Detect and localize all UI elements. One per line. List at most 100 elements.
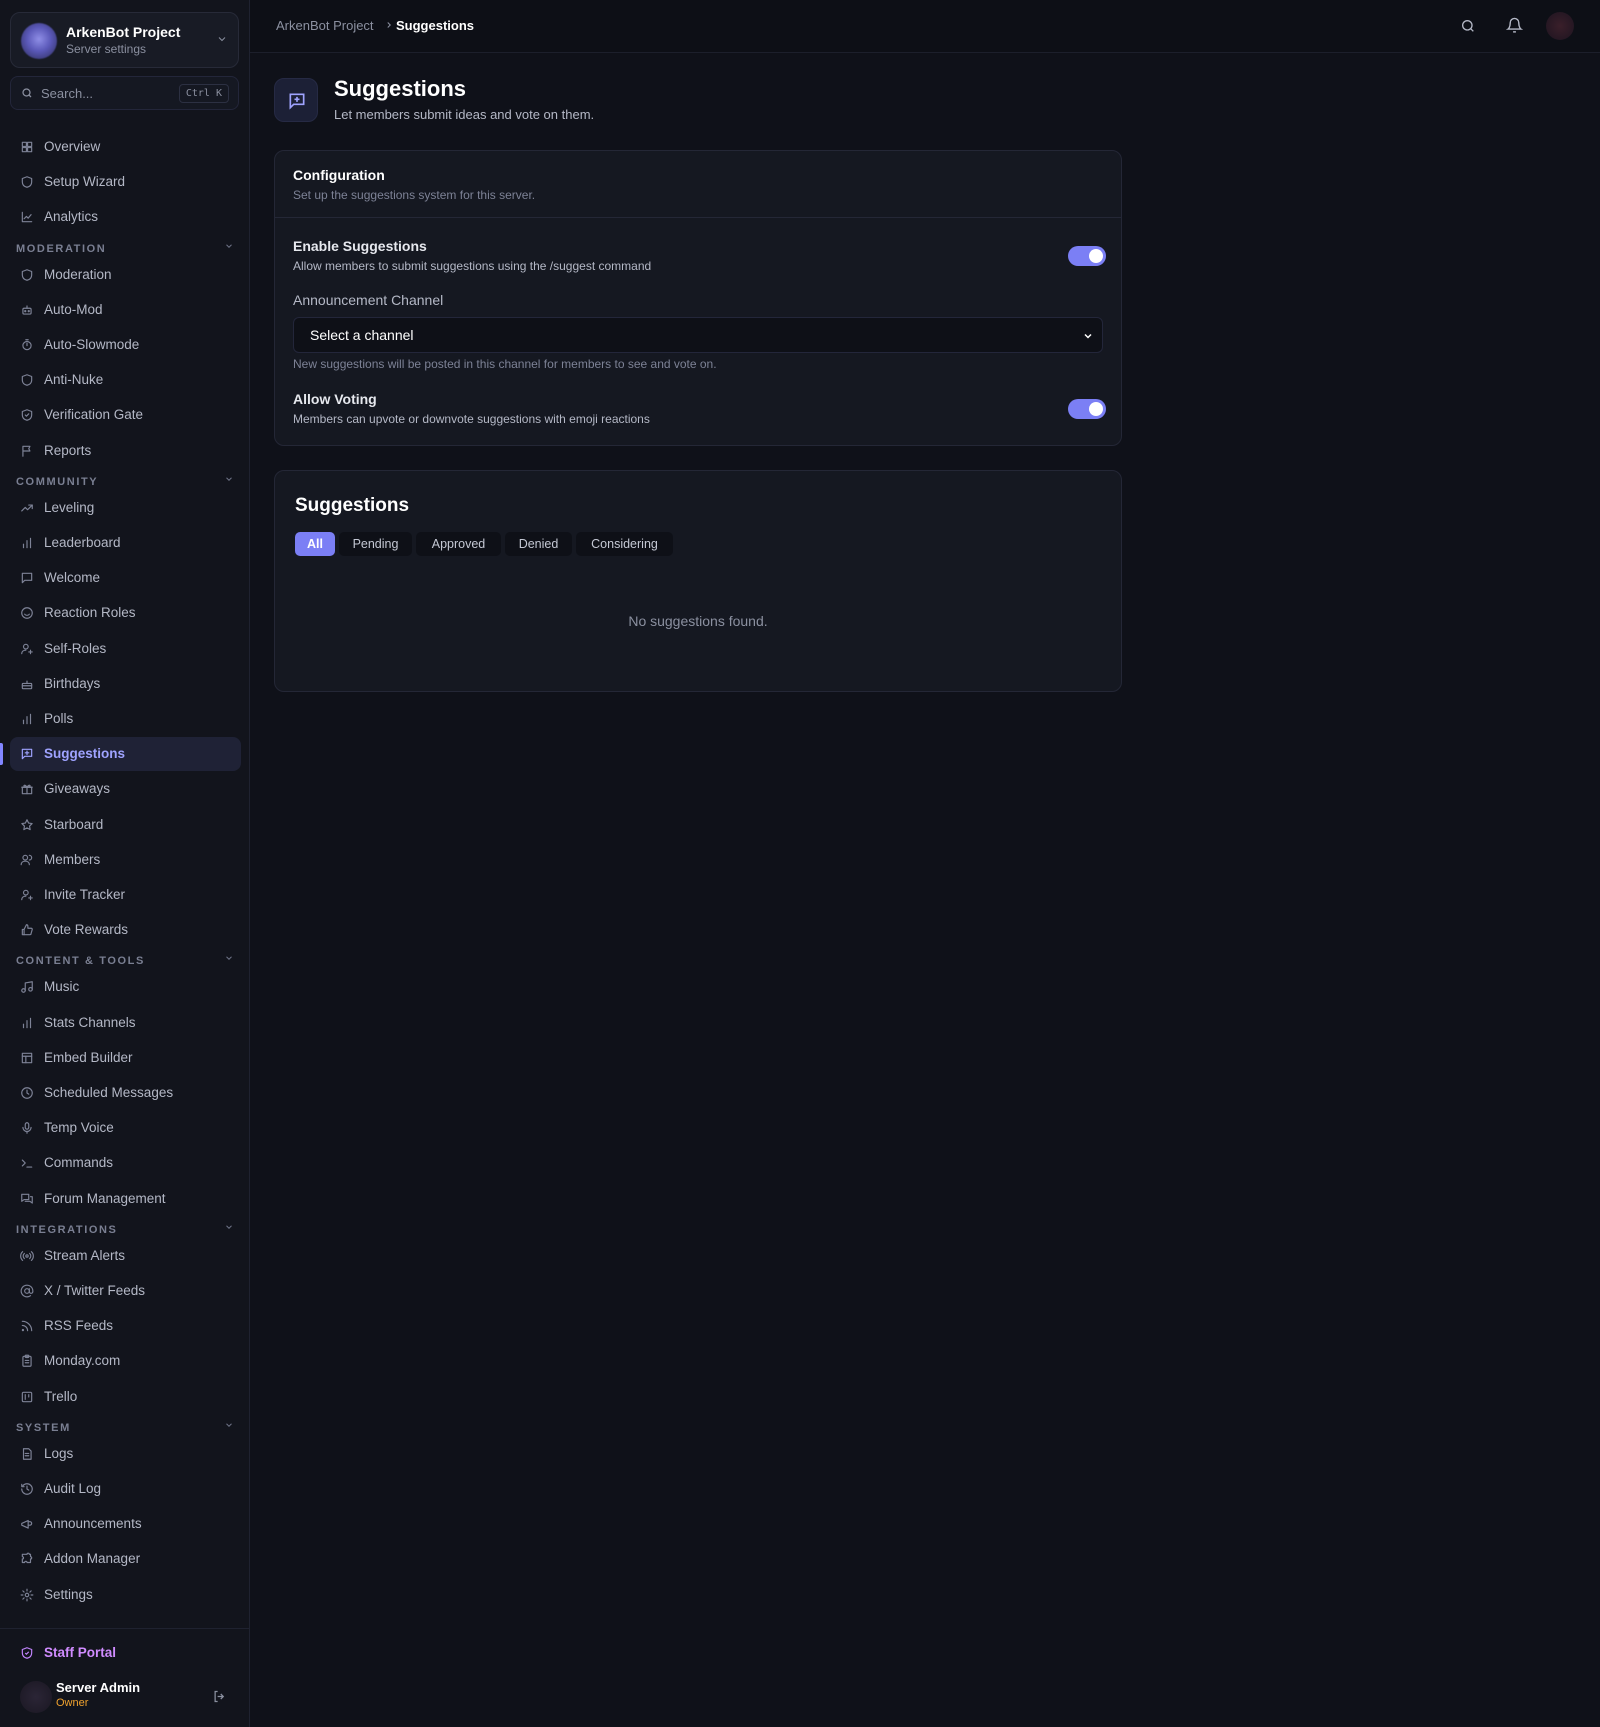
sidebar-item-audit-log[interactable]: Audit Log <box>10 1472 241 1506</box>
staff-portal-link[interactable]: Staff Portal <box>10 1637 241 1669</box>
server-switcher[interactable]: ArkenBot Project Server settings <box>10 12 239 68</box>
sidebar-item-settings[interactable]: Settings <box>10 1578 241 1612</box>
server-subtitle: Server settings <box>66 42 147 56</box>
allow-voting-toggle[interactable] <box>1068 399 1106 419</box>
sidebar-item-label: Invite Tracker <box>44 887 126 902</box>
sidebar-item-starboard[interactable]: Starboard <box>10 808 241 842</box>
sidebar-item-birthdays[interactable]: Birthdays <box>10 667 241 701</box>
sidebar-divider <box>0 1628 250 1629</box>
sidebar-item-music[interactable]: Music <box>10 970 241 1004</box>
breadcrumb-root[interactable]: ArkenBot Project <box>276 18 374 33</box>
sidebar-search-input[interactable]: Search... Ctrl K <box>10 76 239 110</box>
message-icon <box>20 571 34 585</box>
chevron-down-icon <box>224 241 234 251</box>
tab-considering[interactable]: Considering <box>576 532 673 556</box>
chevron-down-icon <box>224 1222 234 1232</box>
sidebar-item-label: Audit Log <box>44 1481 102 1496</box>
sidebar-item-label: Addon Manager <box>44 1551 141 1566</box>
sidebar-item-verification-gate[interactable]: Verification Gate <box>10 398 241 432</box>
sidebar-item-self-roles[interactable]: Self-Roles <box>10 632 241 666</box>
configuration-subtitle: Set up the suggestions system for this s… <box>293 188 536 202</box>
sidebar-item-label: Suggestions <box>44 746 126 761</box>
sidebar-item-stream-alerts[interactable]: Stream Alerts <box>10 1239 241 1273</box>
sidebar-item-embed-builder[interactable]: Embed Builder <box>10 1041 241 1075</box>
sidebar-item-leaderboard[interactable]: Leaderboard <box>10 526 241 560</box>
sidebar-item-reaction-roles[interactable]: Reaction Roles <box>10 596 241 630</box>
announcement-channel-help: New suggestions will be posted in this c… <box>293 357 717 371</box>
sidebar-item-reports[interactable]: Reports <box>10 434 241 468</box>
sidebar-item-analytics[interactable]: Analytics <box>10 200 241 234</box>
sidebar-item-invite-tracker[interactable]: Invite Tracker <box>10 878 241 912</box>
enable-suggestions-toggle[interactable] <box>1068 246 1106 266</box>
tab-all[interactable]: All <box>295 532 335 556</box>
sidebar-item-label: Welcome <box>44 570 101 585</box>
sidebar-item-label: X / Twitter Feeds <box>44 1283 146 1298</box>
sidebar-item-label: Temp Voice <box>44 1120 114 1135</box>
shield-icon <box>20 373 34 387</box>
messages-icon <box>20 1192 34 1206</box>
sidebar-item-overview[interactable]: Overview <box>10 130 241 164</box>
sidebar-item-suggestions[interactable]: Suggestions <box>10 737 241 771</box>
sidebar-item-stats-channels[interactable]: Stats Channels <box>10 1006 241 1040</box>
sidebar-item-announcements[interactable]: Announcements <box>10 1507 241 1541</box>
section-header-integrations[interactable]: INTEGRATIONS <box>16 1220 236 1236</box>
message-plus-icon <box>20 747 34 761</box>
chevron-down-icon <box>224 953 234 963</box>
sidebar-item-addon-manager[interactable]: Addon Manager <box>10 1542 241 1576</box>
sidebar-item-trello[interactable]: Trello <box>10 1380 241 1414</box>
sidebar-item-temp-voice[interactable]: Temp Voice <box>10 1111 241 1145</box>
smile-icon <box>20 606 34 620</box>
section-header-community[interactable]: COMMUNITY <box>16 472 236 488</box>
sidebar-item-vote-rewards[interactable]: Vote Rewards <box>10 913 241 947</box>
clock-icon <box>20 1086 34 1100</box>
sidebar-item-setup-wizard[interactable]: Setup Wizard <box>10 165 241 199</box>
sidebar-item-leveling[interactable]: Leveling <box>10 491 241 525</box>
file-text-icon <box>20 1447 34 1461</box>
announcement-channel-select[interactable]: Select a channel <box>293 317 1103 353</box>
sidebar-item-label: Setup Wizard <box>44 174 126 189</box>
sidebar-item-logs[interactable]: Logs <box>10 1437 241 1471</box>
section-header-content-tools[interactable]: CONTENT & TOOLS <box>16 951 236 967</box>
sidebar-item-auto-mod[interactable]: Auto-Mod <box>10 293 241 327</box>
bell-icon[interactable] <box>1506 17 1523 34</box>
section-title: MODERATION <box>16 243 107 255</box>
sidebar-item-auto-slowmode[interactable]: Auto-Slowmode <box>10 328 241 362</box>
sidebar-item-anti-nuke[interactable]: Anti-Nuke <box>10 363 241 397</box>
chevron-down-icon <box>1082 330 1094 342</box>
search-placeholder: Search... <box>41 86 94 101</box>
sidebar-item-moderation[interactable]: Moderation <box>10 258 241 292</box>
logout-icon[interactable] <box>212 1689 227 1704</box>
star-icon <box>20 818 34 832</box>
sidebar-item-x-twitter-feeds[interactable]: X / Twitter Feeds <box>10 1274 241 1308</box>
sidebar-item-monday-com[interactable]: Monday.com <box>10 1344 241 1378</box>
sidebar-item-label: RSS Feeds <box>44 1318 114 1333</box>
user-profile[interactable]: Server Admin Owner <box>10 1675 241 1719</box>
sidebar-item-members[interactable]: Members <box>10 843 241 877</box>
section-header-moderation[interactable]: MODERATION <box>16 239 236 255</box>
enable-suggestions-desc: Allow members to submit suggestions usin… <box>293 259 652 273</box>
shield-icon <box>20 268 34 282</box>
tab-denied[interactable]: Denied <box>505 532 572 556</box>
sidebar-item-label: Embed Builder <box>44 1050 133 1065</box>
avatar <box>20 1681 52 1713</box>
sidebar-item-label: Auto-Mod <box>44 302 103 317</box>
sidebar-item-commands[interactable]: Commands <box>10 1146 241 1180</box>
sidebar-item-scheduled-messages[interactable]: Scheduled Messages <box>10 1076 241 1110</box>
sidebar-item-forum-management[interactable]: Forum Management <box>10 1182 241 1216</box>
cake-icon <box>20 677 34 691</box>
sidebar-item-welcome[interactable]: Welcome <box>10 561 241 595</box>
avatar[interactable] <box>1546 12 1574 40</box>
robot-icon <box>20 303 34 317</box>
sidebar-item-polls[interactable]: Polls <box>10 702 241 736</box>
page-title: Suggestions <box>334 76 467 101</box>
chevron-down-icon <box>216 33 228 45</box>
tab-pending[interactable]: Pending <box>339 532 412 556</box>
search-icon[interactable] <box>1460 18 1476 34</box>
puzzle-icon <box>20 1552 34 1566</box>
sidebar-item-giveaways[interactable]: Giveaways <box>10 772 241 806</box>
tab-approved[interactable]: Approved <box>416 532 501 556</box>
section-header-system[interactable]: SYSTEM <box>16 1418 236 1434</box>
megaphone-icon <box>20 1517 34 1531</box>
sidebar-item-rss-feeds[interactable]: RSS Feeds <box>10 1309 241 1343</box>
timer-icon <box>20 338 34 352</box>
